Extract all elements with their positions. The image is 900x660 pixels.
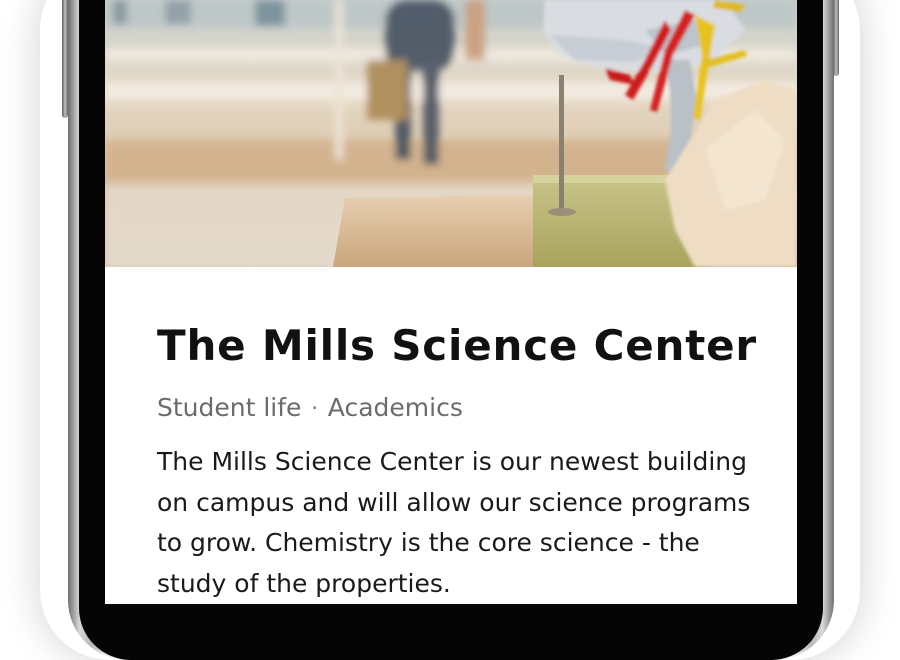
category-academics[interactable]: Academics [328,392,463,424]
category-student-life[interactable]: Student life [157,392,301,424]
article-body: The Mills Science Center is our newest b… [157,447,751,598]
phone-screen: The Mills Science Center Student life · … [105,0,797,604]
article-title: The Mills Science Center [157,321,757,370]
category-separator: · [311,396,318,420]
article-categories: Student life · Academics [157,392,757,424]
hero-image [105,0,797,267]
article-content: The Mills Science Center Student life · … [157,318,757,604]
hero-photo-illustration [105,0,797,267]
